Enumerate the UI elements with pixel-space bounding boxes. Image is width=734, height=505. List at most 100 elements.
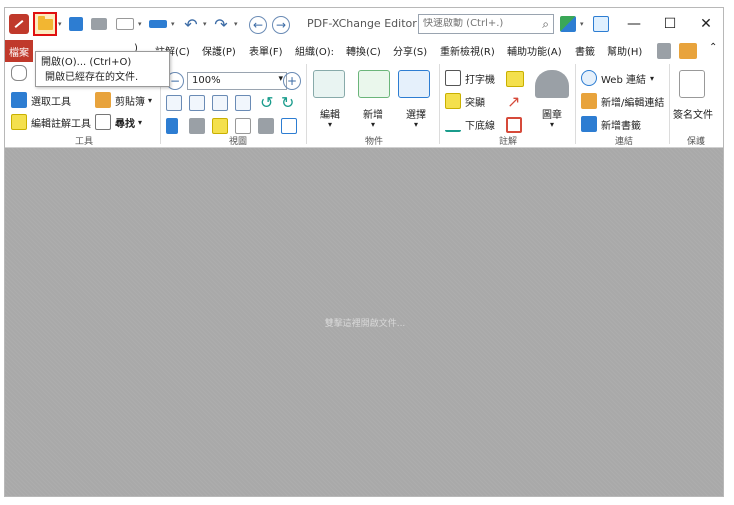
close-button[interactable]: ✕ [689,11,723,37]
edit-annotation-tool-button[interactable]: 編輯註解工具 [11,114,91,130]
menu-share[interactable]: 分享(S) [393,43,427,58]
clipboard-button[interactable]: 剪貼簿 ▾ [95,92,152,108]
document-properties-icon[interactable] [657,43,671,59]
open-file-button[interactable] [33,12,57,36]
rectangle-annotation-icon[interactable] [506,117,522,133]
email-dropdown-caret-icon[interactable]: ▾ [138,13,142,35]
menu-file[interactable]: 檔案 [5,40,33,62]
open-document-hint: 雙擊這裡開啟文件... [324,319,406,329]
web-link-button[interactable]: Web 連結 ▾ [581,70,654,86]
highlight-button[interactable]: 突顯 [445,93,485,109]
attachments-pane-icon[interactable] [235,118,251,134]
properties-pane-icon[interactable] [258,118,274,134]
open-dropdown-caret-icon[interactable]: ▾ [58,13,62,35]
fit-visible-icon[interactable] [235,95,251,111]
fullscreen-button[interactable] [591,13,611,35]
find-button[interactable]: 尋找 ▾ [95,114,142,130]
sign-document-icon[interactable] [679,70,705,98]
collapse-ribbon-icon[interactable]: ⌃ [709,42,717,53]
fit-width-icon[interactable] [212,95,228,111]
pages-pane-icon[interactable] [189,118,205,134]
ui-options-icon [560,16,576,32]
menu-help[interactable]: 幫助(H) [607,43,642,58]
stamp-label[interactable]: 圖章 [542,106,562,121]
print-icon [91,18,107,30]
group-label-annotation: 註解 [499,137,518,147]
menu-organize[interactable]: 組織(O): [295,43,334,58]
zoom-in-icon: + [286,74,298,88]
scan-button[interactable] [146,13,170,35]
add-bookmark-label: 新增書籤 [601,120,641,132]
redo-dropdown-caret-icon[interactable]: ▾ [234,13,238,35]
quick-launch-input[interactable] [423,18,533,29]
email-button[interactable] [113,13,137,35]
menu-accessibility[interactable]: 輔助功能(A) [507,43,562,58]
sign-document-label[interactable]: 簽名文件 [673,106,713,121]
scan-dropdown-caret-icon[interactable]: ▾ [171,13,175,35]
comments-pane-icon[interactable] [212,118,228,134]
add-objects-icon[interactable] [358,70,390,98]
group-separator [575,64,576,144]
search-icon[interactable]: ⌕ [542,17,549,32]
arrow-annotation-icon[interactable]: ↗ [507,92,520,111]
redo-button[interactable]: ↷ [211,13,231,35]
actual-size-icon[interactable] [166,95,182,111]
document-area[interactable]: 雙擊這裡開啟文件... [5,148,723,496]
clipboard-label: 剪貼簿 [115,96,145,108]
sticky-note-icon[interactable] [506,71,524,87]
window-title: PDF-XChange Editor [307,17,417,30]
zoom-select[interactable]: 100% ▾ [187,72,287,90]
link-icon [581,93,597,109]
zoom-in-button[interactable]: + [283,72,301,90]
select-objects-label[interactable]: 選擇 [406,106,426,121]
select-objects-caret-icon[interactable]: ▾ [414,120,418,129]
menu-protect[interactable]: 保護(P) [202,43,236,58]
arrow-right-icon: → [275,18,287,32]
group-label-view: 視圖 [229,137,248,147]
rotate-right-icon[interactable]: ↻ [281,93,294,112]
ui-options-caret-icon[interactable]: ▾ [580,13,584,35]
undo-button[interactable]: ↶ [181,13,201,35]
edit-objects-icon[interactable] [313,70,345,98]
edit-objects-label[interactable]: 編輯 [320,106,340,121]
add-objects-label[interactable]: 新增 [363,106,383,121]
add-objects-caret-icon[interactable]: ▾ [371,120,375,129]
highlight-icon [445,93,461,109]
ui-options-button[interactable] [558,13,578,35]
save-button[interactable] [67,13,85,35]
folder-icon [37,15,53,30]
menu-review[interactable]: 重新檢視(R) [440,43,495,58]
fit-page-icon[interactable] [189,95,205,111]
stamp-icon[interactable] [535,70,569,98]
app-logo-icon[interactable] [9,14,29,34]
print-button[interactable] [89,13,109,35]
hand-tool-button[interactable] [11,65,31,81]
web-link-caret-icon: ▾ [649,73,654,83]
select-tool-button[interactable]: 選取工具 [11,92,71,108]
typewriter-button[interactable]: 打字機 [445,70,495,86]
maximize-button[interactable]: ☐ [653,11,687,37]
edit-objects-caret-icon[interactable]: ▾ [328,120,332,129]
bookmark-pane-icon[interactable] [166,118,178,134]
forward-button[interactable]: → [272,16,290,34]
clipboard-icon [95,92,111,108]
add-edit-link-button[interactable]: 新增/編輯連結 [581,93,664,109]
page-settings-icon[interactable] [281,118,297,134]
menu-convert[interactable]: 轉換(C) [346,43,381,58]
add-bookmark-button[interactable]: 新增書籤 [581,116,641,132]
back-button[interactable]: ← [249,16,267,34]
undo-dropdown-caret-icon[interactable]: ▾ [203,13,207,35]
quick-launch-search[interactable]: ⌕ [418,14,554,34]
menu-form[interactable]: 表單(F) [249,43,283,58]
open-folder-icon[interactable] [679,43,697,59]
group-label-protect: 保護 [687,137,706,147]
select-objects-icon[interactable] [398,70,430,98]
minimize-button[interactable]: — [617,11,651,37]
underline-button[interactable]: 下底線 [445,116,495,132]
rotate-left-icon[interactable]: ↺ [260,93,273,112]
group-label-objects: 物件 [365,137,384,147]
select-text-icon [11,92,27,108]
save-icon [69,17,83,31]
stamp-caret-icon[interactable]: ▾ [550,120,554,129]
menu-bookmarks[interactable]: 書籤 [575,43,595,58]
